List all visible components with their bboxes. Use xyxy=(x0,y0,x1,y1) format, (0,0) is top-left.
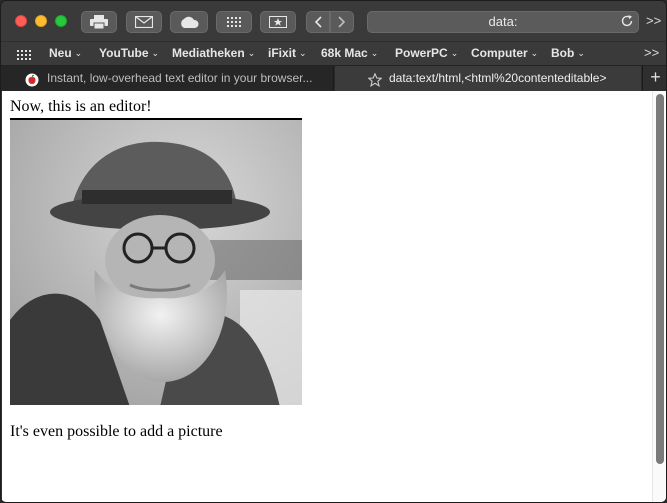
icloud-button[interactable] xyxy=(170,11,208,33)
editor-heading-text[interactable]: Now, this is an editor! xyxy=(10,98,152,116)
bookmark-powerpc[interactable]: PowerPC ⌄ xyxy=(395,46,458,60)
browser-toolbar: data: >> xyxy=(1,1,666,41)
forward-button[interactable] xyxy=(330,11,354,33)
grid-dots-icon xyxy=(227,17,241,27)
chevron-down-icon: ⌄ xyxy=(299,48,307,58)
scrollbar-thumb[interactable] xyxy=(656,94,664,464)
chevron-down-icon: ⌄ xyxy=(530,48,539,58)
apps-grid-button[interactable] xyxy=(216,11,252,33)
chevron-down-icon: ⌄ xyxy=(370,48,379,58)
reload-icon[interactable] xyxy=(620,14,634,34)
back-button[interactable] xyxy=(306,11,330,33)
cloud-icon xyxy=(181,16,199,28)
envelope-icon xyxy=(135,16,153,28)
editor-caption-text[interactable]: It's even possible to add a picture xyxy=(10,423,223,441)
maximize-window-button[interactable] xyxy=(55,15,67,27)
tab-bar: Instant, low-overhead text editor in you… xyxy=(1,65,666,91)
bookmark-mediatheken[interactable]: Mediatheken ⌄ xyxy=(172,46,255,60)
bookmarks-overflow-button[interactable]: >> xyxy=(644,45,659,60)
printer-icon xyxy=(90,15,108,29)
new-tab-button[interactable]: + xyxy=(642,66,666,91)
print-button[interactable] xyxy=(81,11,117,33)
bookmark-68k-mac[interactable]: 68k Mac ⌄ xyxy=(321,46,378,60)
favorites-grid-icon[interactable] xyxy=(17,47,31,65)
address-bar[interactable]: data: xyxy=(367,11,639,33)
chevron-down-icon: ⌄ xyxy=(151,48,160,58)
minimize-window-button[interactable] xyxy=(35,15,47,27)
bookmark-ifixit[interactable]: iFixit ⌄ xyxy=(268,46,307,60)
chevron-down-icon: ⌄ xyxy=(74,48,83,58)
bookmark-youtube[interactable]: YouTube ⌄ xyxy=(99,46,159,60)
chevron-down-icon: ⌄ xyxy=(577,48,585,58)
bookmark-neu[interactable]: Neu ⌄ xyxy=(49,46,82,60)
browser-window: data: >> Neu ⌄ YouTube ⌄ Mediatheken ⌄ i… xyxy=(0,0,667,503)
page-content-editable[interactable]: Now, this is an editor! It's even possib… xyxy=(2,91,666,502)
star-box-icon xyxy=(269,16,287,28)
close-window-button[interactable] xyxy=(15,15,27,27)
bookmarks-bar: Neu ⌄ YouTube ⌄ Mediatheken ⌄ iFixit ⌄ 68k M… xyxy=(1,41,666,65)
star-favicon-icon xyxy=(367,71,383,91)
tab-title: Instant, low-overhead text editor in you… xyxy=(47,71,313,85)
address-text: data: xyxy=(488,14,518,29)
tab-instant-editor[interactable]: Instant, low-overhead text editor in you… xyxy=(1,66,334,91)
bookmark-computer[interactable]: Computer ⌄ xyxy=(471,46,538,60)
apple-favicon-icon xyxy=(25,71,39,91)
tab-title: data:text/html,<html%20contenteditable> xyxy=(389,71,607,85)
toolbar-overflow-button[interactable]: >> xyxy=(646,13,661,28)
chevron-right-icon xyxy=(338,16,346,28)
chevron-left-icon xyxy=(314,16,322,28)
bookmark-bob[interactable]: Bob ⌄ xyxy=(551,46,585,60)
chevron-down-icon: ⌄ xyxy=(450,48,459,58)
vertical-scrollbar[interactable] xyxy=(652,91,666,502)
mail-button[interactable] xyxy=(126,11,162,33)
tab-data-url[interactable]: data:text/html,<html%20contenteditable> xyxy=(335,66,641,91)
chevron-down-icon: ⌄ xyxy=(247,48,256,58)
portrait-photo-image xyxy=(10,118,302,405)
bookmark-star-button[interactable] xyxy=(260,11,296,33)
